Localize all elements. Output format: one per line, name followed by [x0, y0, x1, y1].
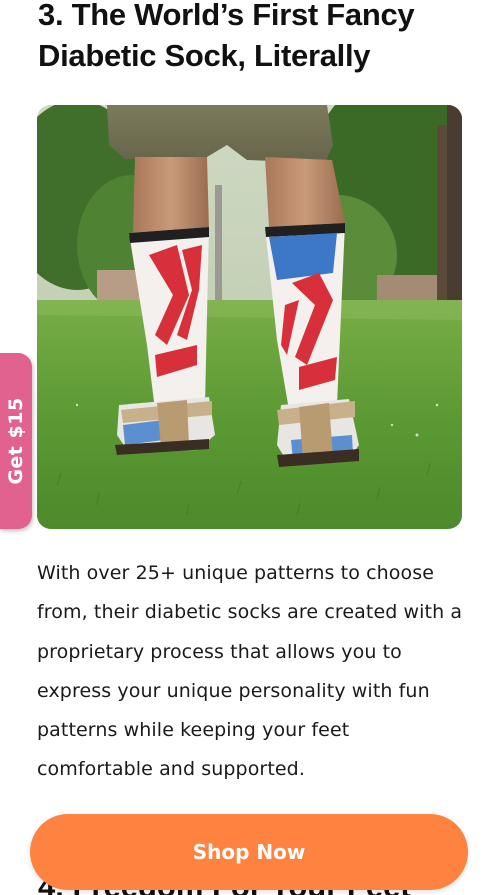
shop-now-button[interactable]: Shop Now	[30, 814, 468, 890]
promo-tab-label: Get $15	[5, 397, 27, 485]
get-15-promo-tab[interactable]: Get $15	[0, 353, 32, 529]
article-heading: 3. The World’s First Fancy Diabetic Sock…	[38, 0, 415, 73]
article-body: With over 25+ unique patterns to choose …	[37, 562, 463, 781]
hero-image	[37, 105, 462, 529]
